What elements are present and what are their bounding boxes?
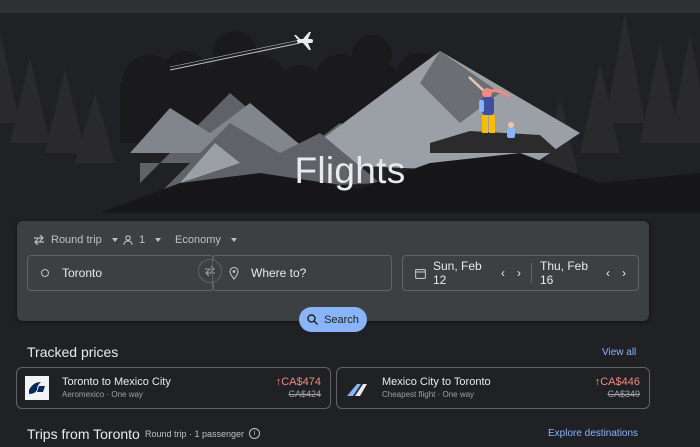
tracked-old-price: CA$349 <box>607 389 640 399</box>
person-icon <box>123 235 133 245</box>
calendar-icon <box>415 268 426 279</box>
passengers-select[interactable]: 1 <box>123 231 162 249</box>
destination-placeholder: Where to? <box>251 266 307 280</box>
tracked-route: Toronto to Mexico City <box>62 376 171 388</box>
depart-next-button[interactable]: › <box>511 266 527 280</box>
location-pin-icon <box>229 266 239 280</box>
page-title: Flights <box>294 150 406 191</box>
depart-prev-button[interactable]: ‹ <box>495 266 511 280</box>
trips-meta: Round trip · 1 passenger i <box>145 428 261 439</box>
depart-date[interactable]: Sun, Feb 12 <box>433 259 495 287</box>
cabin-class-select[interactable]: Economy <box>175 231 237 249</box>
trips-meta-text: Round trip · 1 passenger <box>145 428 245 439</box>
aeromexico-logo-icon <box>25 376 49 400</box>
search-icon <box>307 314 319 325</box>
search-panel: Round trip 1 Economy Toronto Where to? S… <box>17 221 649 321</box>
tracked-price: ↑CA$474 <box>275 376 321 388</box>
trip-type-select[interactable]: Round trip <box>33 231 118 249</box>
destination-field[interactable]: Where to? <box>212 255 392 291</box>
chevron-down-icon <box>230 238 237 242</box>
swap-arrows-icon <box>34 235 44 245</box>
trip-type-label: Round trip <box>51 234 102 246</box>
plane-tail-logo-icon <box>345 376 369 400</box>
chevron-down-icon <box>111 238 118 242</box>
chevron-down-icon <box>155 238 162 242</box>
return-prev-button[interactable]: ‹ <box>600 266 616 280</box>
date-divider <box>531 263 532 283</box>
tracked-card[interactable]: Toronto to Mexico City Aeromexico · One … <box>16 367 331 409</box>
tracked-sub: Cheapest flight · One way <box>382 390 475 399</box>
explore-destinations-link[interactable]: Explore destinations <box>548 428 638 439</box>
top-bar <box>0 0 700 13</box>
view-all-link[interactable]: View all <box>602 347 636 358</box>
tracked-price: ↑CA$446 <box>594 376 640 388</box>
tracked-card[interactable]: Mexico City to Toronto Cheapest flight ·… <box>336 367 650 409</box>
origin-field[interactable]: Toronto <box>27 255 214 291</box>
search-button[interactable]: Search <box>299 307 367 332</box>
tracked-route: Mexico City to Toronto <box>382 376 491 388</box>
tracked-old-price: CA$424 <box>288 389 321 399</box>
tracked-sub: Aeromexico · One way <box>62 390 143 399</box>
origin-circle-icon <box>41 269 49 277</box>
passengers-count: 1 <box>139 234 146 246</box>
return-next-button[interactable]: › <box>616 266 632 280</box>
tracked-prices-title: Tracked prices <box>27 344 119 360</box>
trips-title: Trips from Toronto <box>27 426 140 442</box>
cabin-class-label: Economy <box>175 234 221 246</box>
origin-value: Toronto <box>62 266 103 280</box>
return-date[interactable]: Thu, Feb 16 <box>540 259 600 287</box>
date-range-field: Sun, Feb 12 ‹ › Thu, Feb 16 ‹ › <box>402 255 639 291</box>
info-icon[interactable]: i <box>249 428 261 439</box>
search-label: Search <box>324 313 359 326</box>
